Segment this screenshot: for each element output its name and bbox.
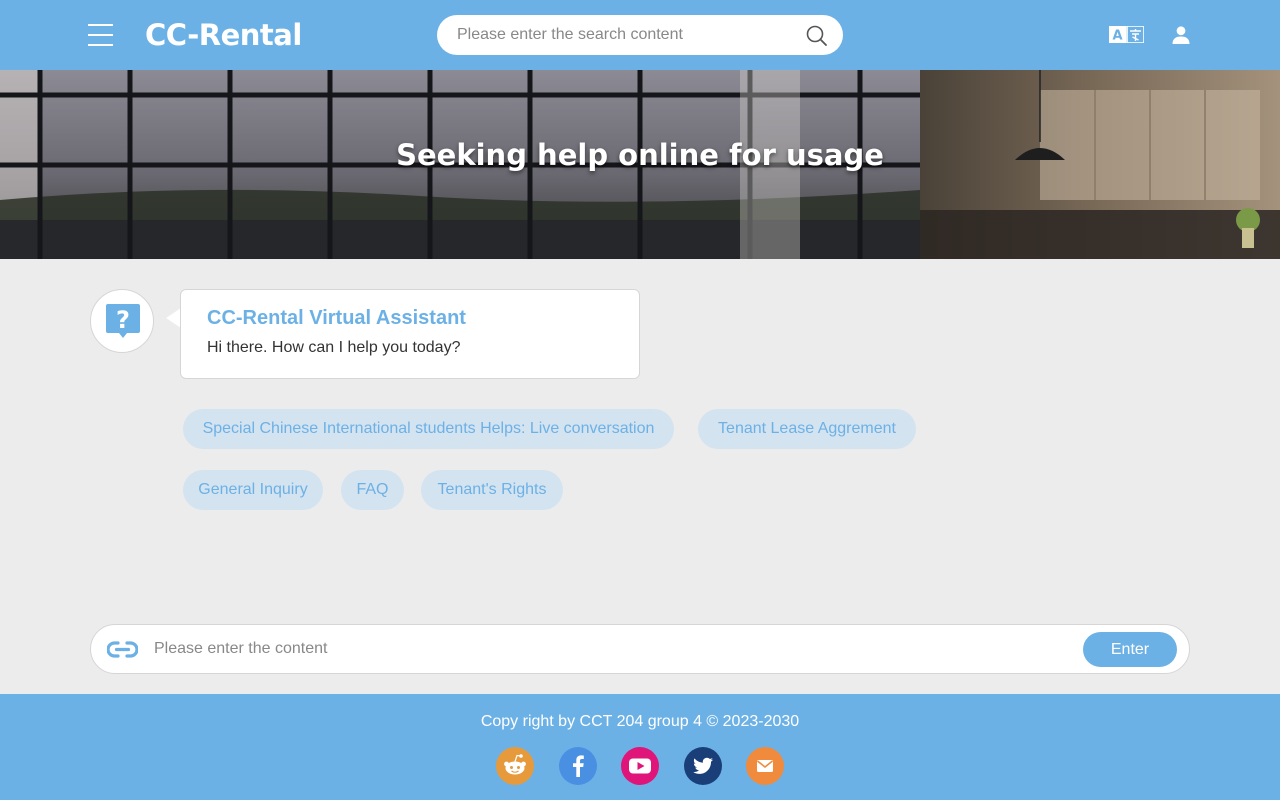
language-translate-icon[interactable]: A bbox=[1109, 26, 1144, 43]
assistant-avatar: ? bbox=[90, 289, 154, 353]
facebook-icon[interactable] bbox=[559, 747, 597, 785]
quick-reply-faq[interactable]: FAQ bbox=[341, 470, 404, 510]
twitter-icon[interactable] bbox=[684, 747, 722, 785]
svg-text:A: A bbox=[1112, 29, 1122, 44]
quick-reply-general-inquiry[interactable]: General Inquiry bbox=[183, 470, 323, 510]
chat-message-input[interactable] bbox=[154, 625, 1074, 673]
search-input[interactable] bbox=[457, 15, 797, 55]
question-chat-icon: ? bbox=[106, 304, 140, 338]
hero-title: Seeking help online for usage bbox=[396, 138, 884, 172]
chat-bubble-tail bbox=[166, 308, 181, 328]
email-icon[interactable] bbox=[746, 747, 784, 785]
quick-reply-tenant-lease[interactable]: Tenant Lease Aggrement bbox=[698, 409, 916, 449]
svg-text:?: ? bbox=[116, 306, 130, 334]
user-icon[interactable] bbox=[1172, 26, 1190, 44]
copyright-text: Copy right by CCT 204 group 4 © 2023-203… bbox=[480, 713, 800, 730]
assistant-message: Hi there. How can I help you today? bbox=[207, 339, 461, 356]
search-icon[interactable] bbox=[806, 25, 827, 46]
chat-input-bar: Enter bbox=[90, 624, 1190, 674]
assistant-message-bubble: CC-Rental Virtual Assistant Hi there. Ho… bbox=[180, 289, 640, 379]
hamburger-menu-icon[interactable] bbox=[88, 23, 113, 47]
footer: Copy right by CCT 204 group 4 © 2023-203… bbox=[0, 694, 1280, 800]
top-navbar: CC-Rental A bbox=[0, 0, 1280, 70]
youtube-icon[interactable] bbox=[621, 747, 659, 785]
logo[interactable]: CC-Rental bbox=[145, 18, 302, 52]
assistant-name: CC-Rental Virtual Assistant bbox=[207, 307, 466, 329]
quick-reply-tenants-rights[interactable]: Tenant's Rights bbox=[421, 470, 563, 510]
hero-banner: Seeking help online for usage bbox=[0, 70, 1280, 259]
search-bar bbox=[437, 15, 843, 55]
link-icon[interactable] bbox=[107, 641, 138, 658]
reddit-icon[interactable] bbox=[496, 747, 534, 785]
enter-button[interactable]: Enter bbox=[1083, 632, 1177, 667]
quick-reply-live-conversation[interactable]: Special Chinese International students H… bbox=[183, 409, 674, 449]
